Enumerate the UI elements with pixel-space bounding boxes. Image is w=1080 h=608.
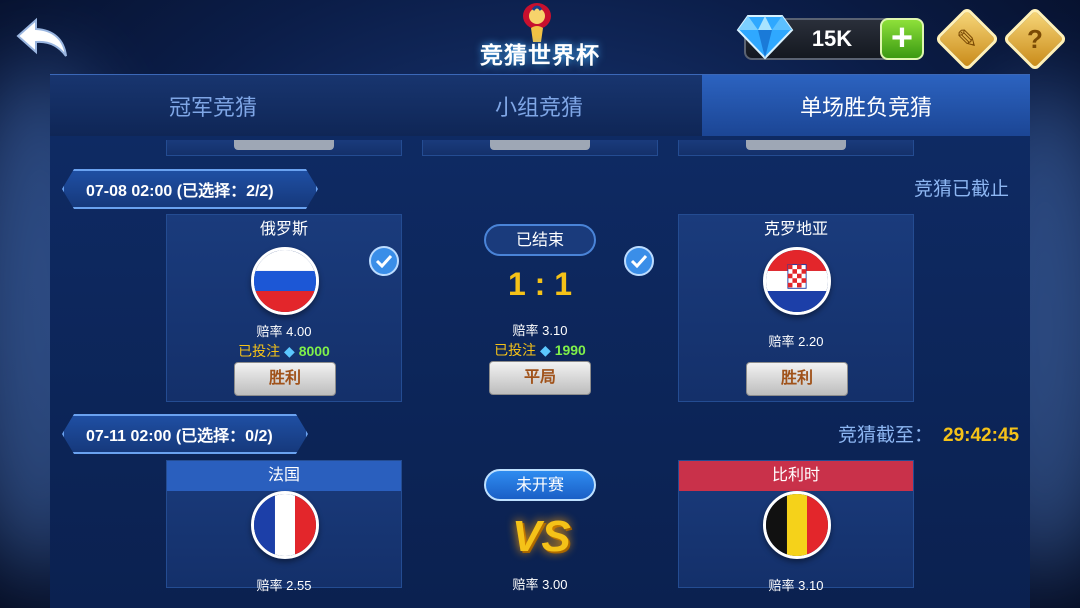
russia-flag-icon <box>251 247 319 315</box>
gem-balance: 15K <box>811 26 853 51</box>
check-icon <box>624 246 654 276</box>
draw-bet-info: 已投注 ◆ 1990 <box>494 342 586 358</box>
page-title: 竞猜世界杯 <box>480 42 600 68</box>
prev-button-stub <box>490 140 590 150</box>
question-icon: ? <box>1027 23 1043 54</box>
team-name: 克罗地亚 <box>763 221 828 238</box>
win-button[interactable]: 胜利 <box>746 362 848 396</box>
team-name: 比利时 <box>679 461 913 491</box>
tab-bar: 冠军竞猜 小组竞猜 单场胜负竞猜 <box>50 74 1030 137</box>
bet-closed-label: 竞猜已截止 <box>914 179 1010 200</box>
vs-icon: VS <box>512 512 571 561</box>
team-card-russia[interactable]: 俄罗斯 赔率 4.00 已投注 ◆ 8000 胜利 <box>166 214 402 402</box>
prev-button-stub <box>234 140 334 150</box>
tab-single-match[interactable]: 单场胜负竞猜 <box>702 75 1030 137</box>
draw-odds-label: 赔率 3.00 <box>512 577 568 592</box>
match-date-ribbon: 07-08 02:00 (已选择：2/2) <box>62 169 318 209</box>
back-arrow-icon[interactable] <box>14 16 70 60</box>
match-status-pill: 已结束 <box>484 224 596 256</box>
tab-group[interactable]: 小组竞猜 <box>376 75 702 137</box>
match-score: 1 : 1 <box>507 266 573 302</box>
odds-label: 赔率 2.20 <box>768 334 824 349</box>
check-icon <box>369 246 399 276</box>
team-name: 法国 <box>167 461 401 491</box>
prev-button-stub <box>746 140 846 150</box>
draw-odds-label: 赔率 3.10 <box>512 323 568 338</box>
ticket-button[interactable]: ✎ <box>934 6 1000 72</box>
belgium-flag-icon <box>763 491 831 559</box>
countdown-timer: 29:42:45 <box>943 425 1020 446</box>
team-card-france[interactable]: 法国 赔率 2.55 <box>166 460 402 593</box>
diamond-gem-icon <box>736 15 794 60</box>
team-card-belgium[interactable]: 比利时 赔率 3.10 <box>678 460 914 593</box>
win-button[interactable]: 胜利 <box>234 362 336 396</box>
diamond-gem-icon: ◆ <box>540 342 551 358</box>
croatia-flag-icon <box>763 247 831 315</box>
odds-label: 赔率 2.55 <box>256 578 312 593</box>
diamond-gem-icon: ◆ <box>284 343 295 359</box>
help-button[interactable]: ? <box>1002 6 1068 72</box>
draw-button[interactable]: 平局 <box>489 361 591 395</box>
plus-icon[interactable]: + <box>880 18 924 60</box>
ticket-icon: ✎ <box>956 23 978 54</box>
bet-deadline-label: 竞猜截至： 29:42:45 <box>838 425 1020 446</box>
tab-champion[interactable]: 冠军竞猜 <box>50 75 376 137</box>
top-bar: 竞猜世界杯 15K + ✎ ? <box>0 0 1080 78</box>
team-card-croatia[interactable]: 克罗地亚 赔率 2.20 胜利 <box>678 214 914 402</box>
match-date-ribbon: 07-11 02:00 (已选择：0/2) <box>62 414 308 454</box>
odds-label: 赔率 3.10 <box>768 578 824 593</box>
odds-label: 赔率 4.00 <box>256 324 312 339</box>
match-status-pill: 未开赛 <box>484 469 596 501</box>
bet-info: 已投注 ◆ 8000 <box>238 343 330 359</box>
france-flag-icon <box>251 491 319 559</box>
team-name: 俄罗斯 <box>259 221 308 238</box>
